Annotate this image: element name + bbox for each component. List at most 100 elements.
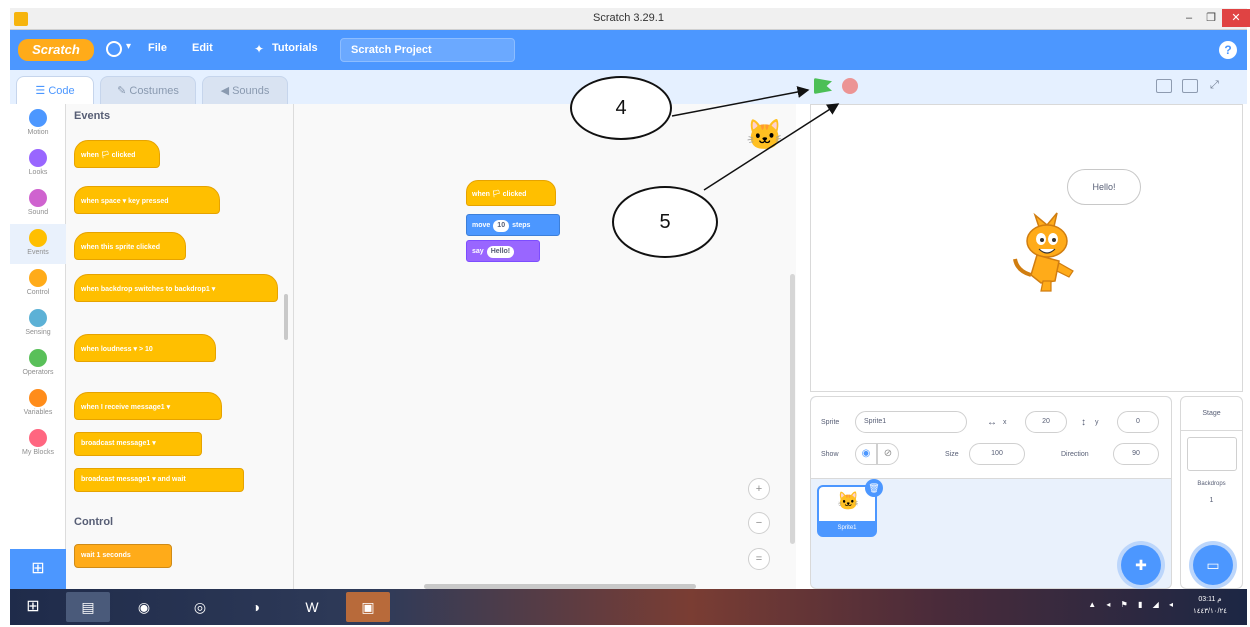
block-when-backdrop-switches[interactable]: when backdrop switches to backdrop1 ▾	[74, 274, 278, 302]
category-sensing[interactable]: Sensing	[10, 304, 66, 344]
zoom-reset-button[interactable]: =	[748, 548, 770, 570]
add-extension-button[interactable]: ⊞	[10, 549, 66, 589]
small-stage-icon[interactable]	[1156, 79, 1172, 93]
palette-heading-events: Events	[74, 110, 111, 122]
tab-sounds[interactable]: ◀ Sounds	[202, 76, 288, 104]
green-flag-icon[interactable]	[814, 78, 832, 94]
script-vertical-scrollbar[interactable]	[790, 274, 795, 544]
clock-date: ١٤٤٣/١٠/٢٤	[1193, 608, 1227, 615]
file-explorer-icon[interactable]: ▤	[66, 592, 110, 622]
add-sprite-button[interactable]: ✚	[1121, 545, 1161, 585]
zoom-in-button[interactable]: +	[748, 478, 770, 500]
y-label: y	[1095, 419, 1099, 426]
chevron-down-icon[interactable]: ▾	[126, 41, 131, 52]
category-variables[interactable]: Variables	[10, 384, 66, 424]
direction-input[interactable]: 90	[1113, 443, 1159, 465]
block-wait-seconds[interactable]: wait 1 seconds	[74, 544, 172, 568]
x-input[interactable]: 20	[1025, 411, 1067, 433]
minimize-button[interactable]: –	[1178, 9, 1200, 27]
cat-plus-icon: ✚	[1135, 557, 1147, 573]
zoom-out-button[interactable]: −	[748, 512, 770, 534]
block-when-sprite-clicked[interactable]: when this sprite clicked	[74, 232, 186, 260]
speaker-icon: ◀	[220, 85, 233, 97]
x-label: x	[1003, 419, 1007, 426]
block-when-flag-clicked[interactable]: when 🏳 clicked	[74, 140, 160, 168]
script-say[interactable]: say Hello!	[466, 240, 540, 262]
block-when-loudness[interactable]: when loudness ▾ > 10	[74, 334, 216, 362]
annotation-4: 4	[570, 76, 672, 140]
sprite-name-label: Sprite	[821, 419, 840, 426]
word-icon[interactable]: W	[290, 592, 334, 622]
category-my-blocks[interactable]: My Blocks	[10, 424, 66, 464]
variables-dot-icon	[29, 389, 47, 407]
y-input[interactable]: 0	[1117, 411, 1159, 433]
taskbar-clock[interactable]: 03:11 م ١٤٤٣/١٠/٢٤	[1181, 594, 1239, 618]
category-control[interactable]: Control	[10, 264, 66, 304]
category-sound[interactable]: Sound	[10, 184, 66, 224]
edit-menu[interactable]: Edit	[192, 42, 213, 54]
category-operators[interactable]: Operators	[10, 344, 66, 384]
start-windows-icon[interactable]: ⊞	[16, 592, 50, 622]
close-button[interactable]: ✕	[1222, 9, 1250, 27]
category-label: Sensing	[25, 329, 51, 336]
sprite-watermark-icon: 🐱	[746, 119, 784, 152]
project-title-input[interactable]: Scratch Project	[340, 38, 515, 62]
palette-scrollbar[interactable]	[284, 294, 288, 340]
add-backdrop-button[interactable]: ▭	[1193, 545, 1233, 585]
system-tray-icons[interactable]: ▲ ◂ ⚑ ▮ ◢ ◂	[1088, 600, 1177, 609]
cat-sprite[interactable]	[1007, 205, 1097, 295]
script-when-flag-clicked[interactable]: when 🏳 clicked	[466, 180, 556, 206]
block-broadcast[interactable]: broadcast message1 ▾	[74, 432, 202, 456]
stage-selector[interactable]: Stage Backdrops 1 ▭	[1180, 396, 1243, 589]
script-area[interactable]: 🐱 when 🏳 clicked move 10 steps say Hello! +…	[294, 104, 796, 589]
fullscreen-icon[interactable]: ⤢	[1210, 79, 1226, 93]
sprite-thumbnail[interactable]: 🗑 🐱 Sprite1	[817, 479, 883, 537]
cat-thumbnail-icon: 🐱	[837, 491, 860, 511]
sprite-name-input[interactable]: Sprite1	[855, 411, 967, 433]
language-globe-icon[interactable]	[106, 41, 122, 57]
sprite-pane: Sprite Sprite1 ↔ x 20 ↕ y 0 Show ◉ ⊘ Siz…	[810, 396, 1172, 589]
category-label: Looks	[28, 169, 48, 176]
move-steps-input[interactable]: 10	[493, 220, 510, 232]
scratch-logo[interactable]: Scratch	[18, 39, 94, 61]
tutorials-menu[interactable]: Tutorials	[272, 42, 318, 54]
block-broadcast-and-wait[interactable]: broadcast message1 ▾ and wait	[74, 468, 244, 492]
category-label: My Blocks	[22, 449, 54, 456]
delete-sprite-icon[interactable]: 🗑	[865, 479, 883, 497]
scratch-taskbar-icon[interactable]: ▣	[346, 592, 390, 622]
chrome-icon[interactable]: ◉	[122, 592, 166, 622]
y-arrows-icon: ↕	[1081, 417, 1086, 428]
large-stage-icon[interactable]	[1182, 79, 1198, 93]
block-when-i-receive[interactable]: when I receive message1 ▾	[74, 392, 222, 420]
stage-thumbnail[interactable]	[1187, 437, 1237, 471]
direction-label: Direction	[1061, 451, 1089, 458]
say-text-input[interactable]: Hello!	[486, 246, 515, 258]
block-when-key-pressed[interactable]: when space ▾ key pressed	[74, 186, 220, 214]
menu-bar: Scratch ▾ File Edit ✦ Tutorials Scratch …	[10, 30, 1247, 70]
size-input[interactable]: 100	[969, 443, 1025, 465]
help-icon[interactable]: ?	[1219, 41, 1237, 59]
maximize-button[interactable]: ❐	[1200, 9, 1222, 27]
stage-canvas[interactable]: Hello!	[810, 104, 1243, 392]
move-label: move	[472, 222, 491, 229]
category-motion[interactable]: Motion	[10, 104, 66, 144]
annotation-5: 5	[612, 186, 718, 258]
show-visible-icon[interactable]: ◉	[855, 443, 877, 465]
stop-icon[interactable]	[842, 78, 858, 94]
backdrops-count: 1	[1209, 497, 1214, 504]
tab-costumes[interactable]: ✎ Costumes	[100, 76, 196, 104]
file-menu[interactable]: File	[148, 42, 167, 54]
script-move-steps[interactable]: move 10 steps	[466, 214, 560, 236]
backdrops-label: Backdrops	[1197, 481, 1226, 487]
show-hidden-icon[interactable]: ⊘	[877, 443, 899, 465]
looks-dot-icon	[29, 149, 47, 167]
category-looks[interactable]: Looks	[10, 144, 66, 184]
webex-icon[interactable]: ◑	[234, 592, 278, 622]
backdrop-icon: ▭	[1206, 557, 1220, 573]
category-label: Motion	[27, 129, 49, 136]
say-label: say	[472, 248, 484, 255]
chrome-alt-icon[interactable]: ◎	[178, 592, 222, 622]
category-events[interactable]: Events	[10, 224, 66, 264]
tab-code[interactable]: ☰ Code	[16, 76, 94, 104]
events-dot-icon	[29, 229, 47, 247]
